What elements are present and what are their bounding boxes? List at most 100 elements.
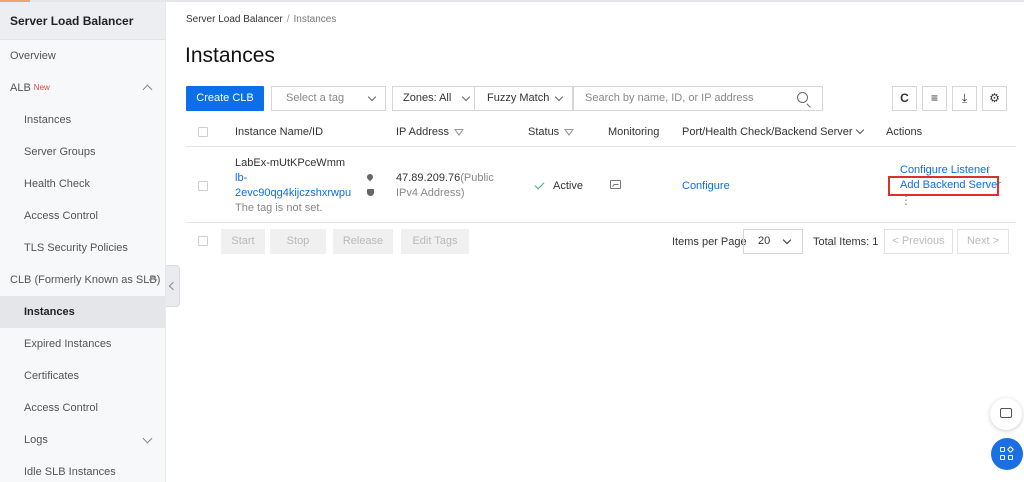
sidebar-item-expired-instances[interactable]: Expired Instances (0, 328, 165, 360)
header-ip-label: IP Address (396, 126, 449, 138)
chevron-down-icon (142, 433, 153, 444)
sidebar-group-alb[interactable]: ALB New (0, 72, 165, 104)
sidebar-item-idle-slb[interactable]: Idle SLB Instances (0, 456, 165, 482)
table-header: Instance Name/ID IP Address Status Monit… (186, 117, 1016, 147)
sidebar-item-certificates[interactable]: Certificates (0, 360, 165, 392)
header-instance-name: Instance Name/ID (235, 126, 324, 138)
chevron-left-icon: < (892, 235, 899, 247)
configure-listener-link[interactable]: Configure Listener (900, 164, 990, 176)
header-monitoring: Monitoring (608, 126, 660, 138)
sidebar-item-clb-instances[interactable]: Instances (0, 296, 165, 328)
apps-icon (1000, 455, 1005, 460)
shield-icon[interactable] (367, 189, 374, 196)
apps-icon (1008, 455, 1013, 460)
tag-select-value: Select a tag (286, 92, 345, 104)
items-per-page-select[interactable]: 20 (743, 229, 803, 254)
gear-icon[interactable]: ⚙ (982, 86, 1007, 111)
apps-icon (1000, 447, 1005, 452)
filter-icon[interactable] (564, 129, 575, 136)
previous-label: Previous (901, 235, 945, 247)
edit-tags-button[interactable]: Edit Tags (401, 229, 469, 254)
chevron-down-icon (782, 235, 792, 245)
breadcrumb-current: Instances (293, 14, 337, 25)
sidebar-group-clb[interactable]: CLB (Formerly Known as SLB) (0, 264, 165, 296)
select-all-checkbox[interactable] (198, 127, 208, 137)
sidebar-title: Server Load Balancer (0, 2, 165, 40)
sidebar-item-logs[interactable]: Logs (0, 424, 165, 456)
monitor-icon[interactable] (610, 180, 621, 189)
list-settings-icon[interactable]: ≡ (922, 86, 947, 111)
footer-select-all-checkbox[interactable] (198, 236, 208, 246)
total-items: Total Items: 1 (813, 236, 879, 248)
header-port-label: Port/Health Check/Backend Server (682, 126, 853, 138)
tag-select[interactable]: Select a tag (271, 86, 386, 111)
apps-button[interactable] (991, 438, 1023, 470)
sidebar: Server Load Balancer Overview ALB New Ins… (0, 2, 166, 482)
items-per-page-label: Items per Page (672, 236, 747, 248)
sidebar-item-overview[interactable]: Overview (0, 40, 165, 72)
configure-link[interactable]: Configure (682, 180, 730, 192)
header-ip-address[interactable]: IP Address (396, 126, 464, 138)
header-status-label: Status (528, 126, 560, 138)
create-clb-button[interactable]: Create CLB (186, 86, 264, 111)
header-actions: Actions (886, 126, 923, 138)
ip-address: 47.89.209.76(Public (396, 172, 494, 184)
breadcrumb-root[interactable]: Server Load Balancer (186, 14, 283, 25)
sidebar-item-tls-policies[interactable]: TLS Security Policies (0, 232, 165, 264)
toolbar: Create CLB Select a tag Zones: All Fuzzy… (186, 86, 1016, 111)
sidebar-group-clb-label: CLB (Formerly Known as SLB) (10, 274, 161, 286)
sidebar-item-logs-label: Logs (24, 434, 48, 446)
location-icon[interactable] (365, 172, 375, 182)
instance-id-prefix[interactable]: lb- (235, 172, 247, 184)
chevron-down-icon (855, 125, 864, 135)
match-select[interactable]: Fuzzy Match (474, 86, 573, 111)
ip-type-2: IPv4 Address) (396, 187, 465, 199)
search-placeholder: Search by name, ID, or IP address (585, 92, 754, 104)
chevron-down-icon (554, 92, 564, 102)
release-button[interactable]: Release (333, 229, 393, 254)
start-button[interactable]: Start (221, 229, 265, 254)
new-badge: New (33, 83, 50, 92)
zones-select-value: Zones: All (403, 92, 452, 104)
ip-value: 47.89.209.76 (396, 172, 461, 184)
action-separator: | (987, 164, 990, 176)
next-label: Next (966, 235, 990, 247)
status-badge: Active (553, 180, 583, 192)
check-icon (534, 179, 545, 190)
breadcrumb-separator: / (286, 14, 290, 25)
tag-note: The tag is not set. (235, 202, 323, 214)
page-title: Instances (185, 44, 275, 67)
instance-name: LabEx-mUtKPceWmm (235, 157, 346, 169)
chevron-down-icon (367, 92, 377, 102)
highlight-box (888, 176, 999, 196)
search-input[interactable]: Search by name, ID, or IP address (573, 86, 823, 111)
refresh-icon[interactable]: C (892, 86, 917, 111)
chevron-up-icon (142, 84, 153, 95)
header-port[interactable]: Port/Health Check/Backend Server (682, 125, 864, 138)
sidebar-group-alb-label: ALB (10, 82, 31, 94)
sidebar-item-health-check[interactable]: Health Check (0, 168, 165, 200)
zones-select[interactable]: Zones: All (392, 86, 480, 111)
apps-icon (1006, 445, 1015, 454)
chevron-right-icon: > (992, 235, 1000, 247)
instance-id-link[interactable]: 2evc90qg4kijczshxrwpu (235, 187, 351, 199)
stop-button[interactable]: Stop (270, 229, 326, 254)
sidebar-item-alb-access-control[interactable]: Access Control (0, 200, 165, 232)
chevron-down-icon (461, 92, 471, 102)
next-button[interactable]: Next > (957, 229, 1009, 254)
search-icon[interactable] (797, 92, 808, 103)
filter-icon[interactable] (454, 129, 464, 136)
download-icon[interactable]: ⤓ (952, 86, 977, 111)
chat-button[interactable] (990, 398, 1022, 430)
row-checkbox[interactable] (198, 181, 208, 191)
previous-button[interactable]: < Previous (884, 229, 953, 254)
sidebar-item-server-groups[interactable]: Server Groups (0, 136, 165, 168)
chat-icon (1000, 403, 1012, 418)
header-status[interactable]: Status (528, 126, 575, 138)
sidebar-item-alb-instances[interactable]: Instances (0, 104, 165, 136)
sidebar-collapse-handle[interactable] (166, 265, 180, 307)
ip-type-1: (Public (460, 172, 494, 184)
sidebar-item-clb-access-control[interactable]: Access Control (0, 392, 165, 424)
match-select-value: Fuzzy Match (487, 92, 550, 104)
items-per-page-value: 20 (758, 235, 771, 247)
